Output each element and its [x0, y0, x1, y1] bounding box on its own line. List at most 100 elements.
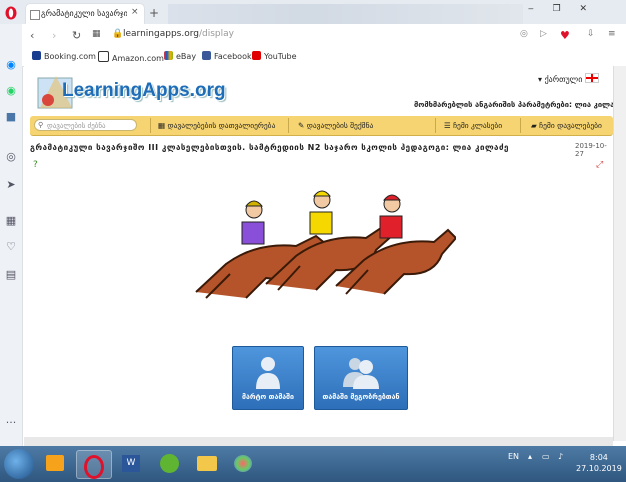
- snapshot-icon[interactable]: ◎: [520, 29, 528, 39]
- input-language[interactable]: EN: [508, 452, 519, 461]
- pencil-icon: ✎: [298, 121, 305, 130]
- messenger-icon[interactable]: ◉: [4, 58, 18, 72]
- url-host: learningapps.org: [123, 29, 199, 39]
- help-icon[interactable]: ?: [33, 160, 43, 170]
- nav-label: ჩემი კლასები: [453, 121, 503, 130]
- heart-icon[interactable]: ♥: [560, 29, 570, 42]
- language-selector[interactable]: ▾ ქართული: [538, 73, 599, 84]
- download-icon[interactable]: ⇩: [587, 29, 595, 39]
- browser-tab[interactable]: გრამატიკული სავარჯიშო ×: [26, 4, 144, 24]
- list-icon: ☰: [444, 121, 451, 130]
- media-player-icon[interactable]: [38, 450, 72, 477]
- nav-browse-apps[interactable]: ▦ დავალებების დათვალიერება: [158, 121, 275, 130]
- bookmark-facebook[interactable]: Facebook: [202, 51, 252, 61]
- play-with-friends-button[interactable]: თამაში მეგობრებთან: [314, 346, 408, 410]
- nav-my-apps[interactable]: ▰ ჩემი დავალებები: [531, 121, 602, 130]
- url-field[interactable]: learningapps.org/display: [123, 29, 234, 39]
- nav-divider: [520, 118, 521, 133]
- play-alone-label: მარტო თამაში: [242, 393, 294, 401]
- start-button[interactable]: [4, 449, 34, 479]
- publish-date: 2019-10-27: [575, 142, 607, 158]
- bookmark-label: Booking.com: [44, 52, 96, 61]
- clock[interactable]: 8:04 27.10.2019: [576, 452, 622, 474]
- page-title: გრამატიკული სავარჯიშო III კლასელებისთვის…: [30, 143, 509, 152]
- horse-race-illustration: [195, 190, 456, 299]
- search-icon: ⚲: [38, 121, 44, 129]
- browser-sidebar: ◉ ◉ ■ ◎ ➤ ▦ ♡ ▤ ···: [0, 24, 23, 446]
- whatsapp-icon[interactable]: ◉: [4, 84, 18, 98]
- network-icon[interactable]: ▭: [542, 452, 550, 461]
- bookmarks-bar: Booking.com Amazon.com eBay Facebook You…: [22, 46, 626, 67]
- user-settings-label: მომხმარებლის ანგარიშის პარამეტრები: ლია …: [414, 100, 623, 109]
- nav-divider: [288, 118, 289, 133]
- tab-title: გრამატიკული სავარჯიშო: [41, 9, 127, 18]
- bookmark-ebay[interactable]: eBay: [164, 51, 196, 61]
- nav-label: ჩემი დავალებები: [539, 121, 602, 130]
- facebook-icon: [202, 51, 211, 60]
- booking-icon: [32, 51, 41, 60]
- fullscreen-icon[interactable]: ⤢: [596, 160, 603, 170]
- clock-time: 8:04: [589, 453, 608, 462]
- file-explorer-icon[interactable]: [190, 450, 224, 477]
- background-tabs: [168, 4, 523, 24]
- vk-icon[interactable]: ■: [4, 110, 18, 124]
- opera-icon[interactable]: [5, 6, 17, 20]
- horizontal-scrollbar[interactable]: [24, 437, 613, 446]
- share-icon[interactable]: ▷: [540, 29, 547, 39]
- new-tab-button[interactable]: +: [149, 6, 159, 20]
- bookmark-label: Facebook: [214, 52, 252, 61]
- forward-icon[interactable]: ›: [52, 29, 56, 42]
- play-with-friends-label: თამაში მეგობრებთან: [322, 393, 400, 401]
- play-alone-button[interactable]: მარტო თამაში: [232, 346, 304, 410]
- user-settings-link[interactable]: მომხმარებლის ანგარიშის პარამეტრები: ლია …: [414, 100, 626, 109]
- tray-arrow-icon[interactable]: ▴: [528, 452, 532, 461]
- vertical-scrollbar[interactable]: [613, 66, 626, 441]
- grid-icon: ▦: [158, 121, 166, 130]
- address-bar: ‹ › ↻ ▦ 🔒 learningapps.org/display ◎ ▷ ♥…: [22, 24, 626, 47]
- page-content: LearningApps.org ▾ ქართული მომხმარებლის …: [24, 66, 626, 441]
- bookmark-label: eBay: [176, 52, 197, 61]
- bookmark-booking[interactable]: Booking.com: [32, 51, 96, 61]
- lock-icon: 🔒: [112, 29, 124, 39]
- tab-close-icon[interactable]: ×: [131, 7, 139, 17]
- bookmark-label: Amazon.com: [112, 54, 164, 63]
- language-label: ქართული: [544, 75, 583, 84]
- nav-divider: [435, 118, 436, 133]
- youtube-icon: [252, 51, 261, 60]
- word-icon[interactable]: W: [114, 450, 148, 477]
- site-logo[interactable]: LearningApps.org: [62, 80, 226, 102]
- nav-create-app[interactable]: ✎ დავალების შექმნა: [298, 121, 373, 130]
- history-icon[interactable]: ▤: [4, 268, 18, 282]
- torrent-icon[interactable]: [152, 450, 186, 477]
- send-icon[interactable]: ➤: [4, 178, 18, 192]
- tab-bar: გრამატიკული სავარჯიშო × + ‒ ❐ ✕: [0, 0, 626, 24]
- volume-icon[interactable]: ♪: [558, 452, 563, 461]
- multi-player-icon: [343, 358, 379, 389]
- more-icon[interactable]: ···: [4, 416, 18, 430]
- search-input[interactable]: დავალების ძებნა: [34, 119, 137, 131]
- back-icon[interactable]: ‹: [30, 29, 34, 42]
- paint-icon[interactable]: [226, 450, 260, 477]
- opera-taskbar-icon[interactable]: [76, 450, 112, 479]
- tabs-grid-icon[interactable]: ▦: [92, 29, 101, 39]
- tab-favicon-icon: [30, 10, 40, 20]
- folder-icon: ▰: [531, 121, 537, 130]
- bookmark-youtube[interactable]: YouTube: [252, 51, 297, 61]
- nav-label: დავალებების დათვალიერება: [167, 121, 276, 130]
- amazon-icon: [98, 51, 109, 62]
- reload-icon[interactable]: ↻: [72, 29, 81, 42]
- camera-icon[interactable]: ◎: [4, 150, 18, 164]
- window-controls[interactable]: ‒ ❐ ✕: [528, 4, 595, 14]
- url-path: /display: [198, 29, 234, 39]
- speed-dial-icon[interactable]: ▦: [4, 214, 18, 228]
- flag-georgia-icon: [584, 73, 599, 83]
- ebay-icon: [164, 51, 173, 60]
- nav-label: დავალების შექმნა: [306, 121, 374, 130]
- bookmarks-heart-icon[interactable]: ♡: [4, 240, 18, 254]
- main-nav: დავალების ძებნა ⚲ ▦ დავალებების დათვალიე…: [30, 116, 613, 136]
- clock-date: 27.10.2019: [576, 464, 622, 473]
- nav-my-classes[interactable]: ☰ ჩემი კლასები: [444, 121, 502, 130]
- bookmark-amazon[interactable]: Amazon.com: [98, 51, 164, 63]
- taskbar: W EN ▴ ▭ ♪ 8:04 27.10.2019: [0, 446, 626, 482]
- menu-icon[interactable]: ≡: [608, 29, 616, 39]
